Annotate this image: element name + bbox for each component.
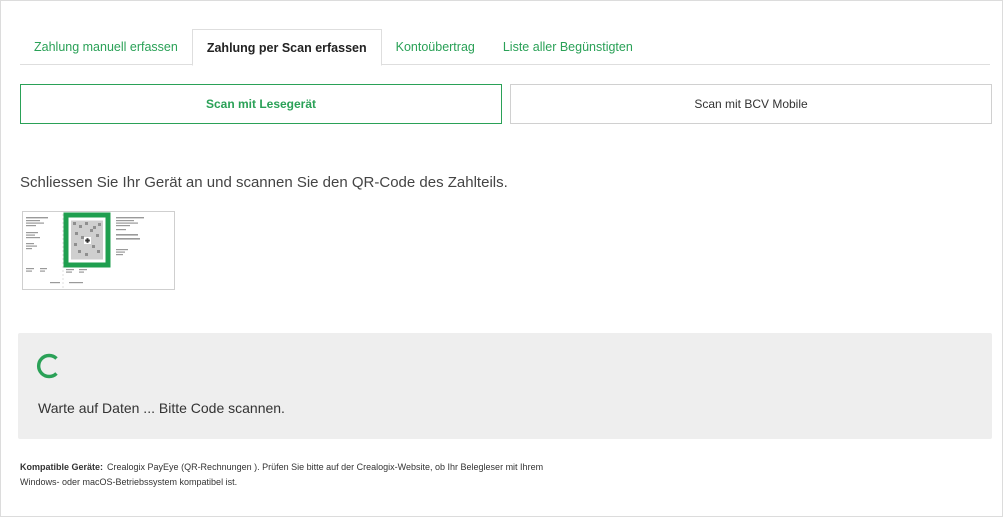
payment-tabs: Zahlung manuell erfassen Zahlung per Sca… (20, 29, 990, 66)
tab-beneficiaries-list[interactable]: Liste aller Begünstigten (489, 29, 647, 65)
tab-account-transfer[interactable]: Kontoübertrag (382, 29, 489, 65)
compatible-devices-note: Kompatible Geräte: Crealogix PayEye (QR-R… (20, 460, 780, 490)
qr-payment-slip-illustration (22, 211, 175, 290)
compatible-devices-text-2: Windows- oder macOS-Betriebssystem kompa… (20, 477, 238, 487)
loading-spinner-icon (37, 353, 58, 379)
compatible-devices-line-1: Kompatible Geräte: Crealogix PayEye (QR-R… (20, 460, 780, 475)
scan-instruction: Schliessen Sie Ihr Gerät an und scannen … (20, 174, 508, 191)
tab-scan-entry[interactable]: Zahlung per Scan erfassen (191, 29, 382, 66)
scan-status-text: Warte auf Daten ... Bitte Code scannen. (38, 400, 285, 416)
payment-slip-icon (26, 212, 144, 288)
compatible-devices-label: Kompatible Geräte: (20, 462, 104, 472)
scan-mobile-button[interactable]: Scan mit BCV Mobile (510, 84, 992, 124)
compatible-devices-text-1: Crealogix PayEye (QR-Rechnungen ). Prüfe… (107, 462, 544, 472)
tab-manual-entry[interactable]: Zahlung manuell erfassen (20, 29, 192, 65)
scan-status-panel: Warte auf Daten ... Bitte Code scannen. (18, 333, 992, 439)
scan-reader-button[interactable]: Scan mit Lesegerät (20, 84, 502, 124)
payment-scan-page: Zahlung manuell erfassen Zahlung per Sca… (0, 0, 1003, 517)
scan-method-selector: Scan mit Lesegerät Scan mit BCV Mobile (20, 84, 992, 124)
